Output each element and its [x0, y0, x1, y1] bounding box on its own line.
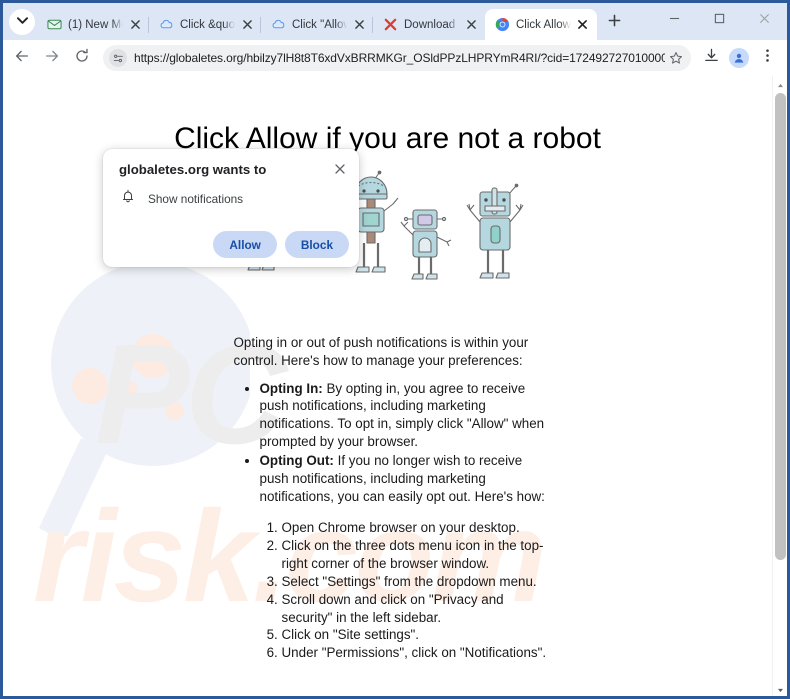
tab-search-button[interactable] [9, 9, 35, 35]
intro-paragraph: Opting in or out of push notifications i… [233, 335, 529, 368]
list-item: Under "Permissions", click on "Notificat… [282, 644, 548, 662]
page-viewport: PC risk.com Click Allow if you are not a… [3, 76, 787, 696]
tab-click-quot-a[interactable]: Click &quot;A [148, 9, 261, 40]
close-icon [335, 161, 345, 179]
tab-new-message[interactable]: (1) New Mess [37, 9, 149, 40]
new-tab-button[interactable] [601, 9, 629, 37]
cloud-icon [271, 17, 286, 32]
list-item: Click on "Site settings". [282, 626, 548, 644]
profile-avatar-icon [729, 48, 749, 68]
list-item: Select "Settings" from the dropdown menu… [282, 573, 548, 591]
scrollbar-thumb[interactable] [775, 93, 786, 560]
reload-icon [74, 48, 90, 69]
tab-title: (1) New Mess [68, 18, 123, 31]
three-dots-menu-icon [760, 48, 775, 68]
browser-window: (1) New Mess Click &quot;A [0, 0, 790, 699]
bell-icon [121, 189, 135, 208]
tab-title: Click &quot;A [180, 18, 235, 31]
minimize-button[interactable] [652, 3, 697, 34]
permission-label: Show notifications [148, 191, 244, 206]
profile-button[interactable] [725, 44, 753, 72]
scroll-up-button[interactable] [773, 76, 787, 91]
tab-separator [148, 17, 149, 33]
permission-request-row: Show notifications [103, 179, 359, 208]
x-red-icon [383, 17, 398, 32]
tab-title: Click "Allow" [292, 18, 347, 31]
forward-button[interactable] [37, 43, 67, 73]
opt-out-steps-list: Open Chrome browser on your desktop. Cli… [234, 519, 548, 662]
page-scrollbar[interactable] [772, 76, 787, 696]
tab-download-co[interactable]: Download Co [372, 9, 485, 40]
list-item: Open Chrome browser on your desktop. [282, 519, 548, 537]
caret-down-icon [777, 680, 784, 697]
tab-title: Download Co [404, 18, 459, 31]
tab-close-button[interactable] [575, 17, 591, 33]
browser-toolbar: https://globaletes.org/hbilzy7lH8t8T6xdV… [3, 40, 787, 76]
site-settings-icon[interactable] [109, 49, 127, 67]
mail-icon [47, 17, 62, 32]
tab-strip: (1) New Mess Click &quot;A [3, 3, 787, 40]
window-controls [652, 3, 787, 40]
tab-separator [260, 17, 261, 33]
tab-close-button[interactable] [463, 17, 479, 33]
address-bar[interactable]: https://globaletes.org/hbilzy7lH8t8T6xdV… [103, 45, 691, 71]
bullet-term: Opting Out: [259, 452, 334, 468]
list-item: Opting In: By opting in, you agree to re… [260, 380, 548, 451]
tab-close-button[interactable] [127, 17, 143, 33]
list-item: Click on the three dots menu icon in the… [282, 537, 548, 573]
url-text[interactable]: https://globaletes.org/hbilzy7lH8t8T6xdV… [134, 51, 665, 65]
downloads-button[interactable] [697, 44, 725, 72]
close-window-button[interactable] [742, 3, 787, 34]
block-button[interactable]: Block [284, 231, 349, 258]
plus-icon [608, 14, 621, 32]
download-icon [704, 48, 719, 68]
scroll-down-button[interactable] [773, 681, 787, 696]
permission-close-button[interactable] [331, 161, 349, 179]
permission-title: globaletes.org wants to [119, 162, 267, 177]
tab-separator [372, 17, 373, 33]
tab-list: (1) New Mess Click &quot;A [37, 9, 652, 40]
page-body: Opting in or out of push notifications i… [228, 334, 548, 662]
back-arrow-icon [14, 48, 30, 69]
tab-close-button[interactable] [239, 17, 255, 33]
manage-options-list: Opting In: By opting in, you agree to re… [234, 380, 548, 506]
tab-click-allow-2[interactable]: Click "Allow" [260, 9, 373, 40]
permission-actions: Allow Block [213, 231, 349, 258]
bookmark-star-icon[interactable] [665, 47, 687, 69]
allow-button[interactable]: Allow [213, 231, 277, 258]
list-item: Opting Out: If you no longer wish to rec… [260, 452, 548, 505]
notification-permission-dialog: globaletes.org wants to Show notificatio… [103, 149, 359, 267]
reload-button[interactable] [67, 43, 97, 73]
maximize-button[interactable] [697, 3, 742, 34]
tab-click-allow-active[interactable]: Click Allow [485, 9, 597, 40]
chevron-down-icon [16, 13, 28, 31]
forward-arrow-icon [44, 48, 60, 69]
cloud-icon [159, 17, 174, 32]
permission-header: globaletes.org wants to [103, 149, 359, 179]
tab-title: Click Allow [516, 18, 571, 31]
list-item: Scroll down and click on "Privacy and se… [282, 591, 548, 627]
caret-up-icon [777, 76, 784, 93]
chrome-icon [495, 17, 510, 32]
back-button[interactable] [7, 43, 37, 73]
bullet-term: Opting In: [259, 380, 323, 396]
chrome-menu-button[interactable] [753, 44, 781, 72]
tab-close-button[interactable] [351, 17, 367, 33]
